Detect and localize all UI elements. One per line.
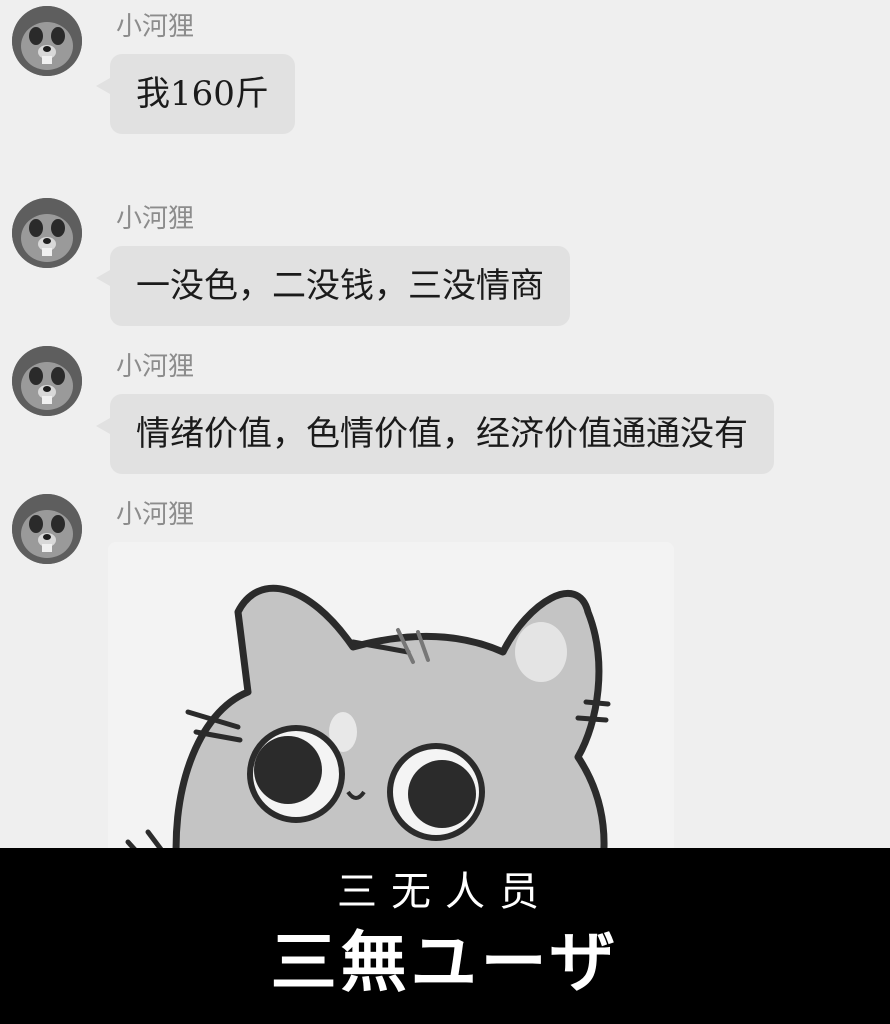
sender-name: 小河狸: [116, 12, 195, 42]
sender-name: 小河狸: [116, 352, 195, 382]
chat-area: 小河狸 我160斤 小河狸 一没色，二没钱，三没情商 小河狸 情绪价值，色情价值…: [0, 0, 890, 848]
beaver-avatar-icon[interactable]: [12, 494, 82, 564]
sender-name: 小河狸: [116, 204, 195, 234]
beaver-avatar-icon[interactable]: [12, 6, 82, 76]
subtitle-bar: 三无人员 三無ユーザ: [0, 848, 890, 1024]
beaver-avatar-icon[interactable]: [12, 346, 82, 416]
subtitle-japanese: 三無ユーザ: [270, 924, 620, 1001]
sender-name: 小河狸: [116, 500, 195, 530]
message-bubble[interactable]: 一没色，二没钱，三没情商: [96, 246, 570, 326]
message-bubble[interactable]: 情绪价值，色情价值，经济价值通通没有: [96, 394, 774, 474]
subtitle-chinese: 三无人员: [337, 869, 553, 915]
message-bubble[interactable]: 我160斤: [96, 54, 295, 134]
beaver-avatar-icon[interactable]: [12, 198, 82, 268]
cat-face-sticker-icon[interactable]: [108, 542, 674, 848]
